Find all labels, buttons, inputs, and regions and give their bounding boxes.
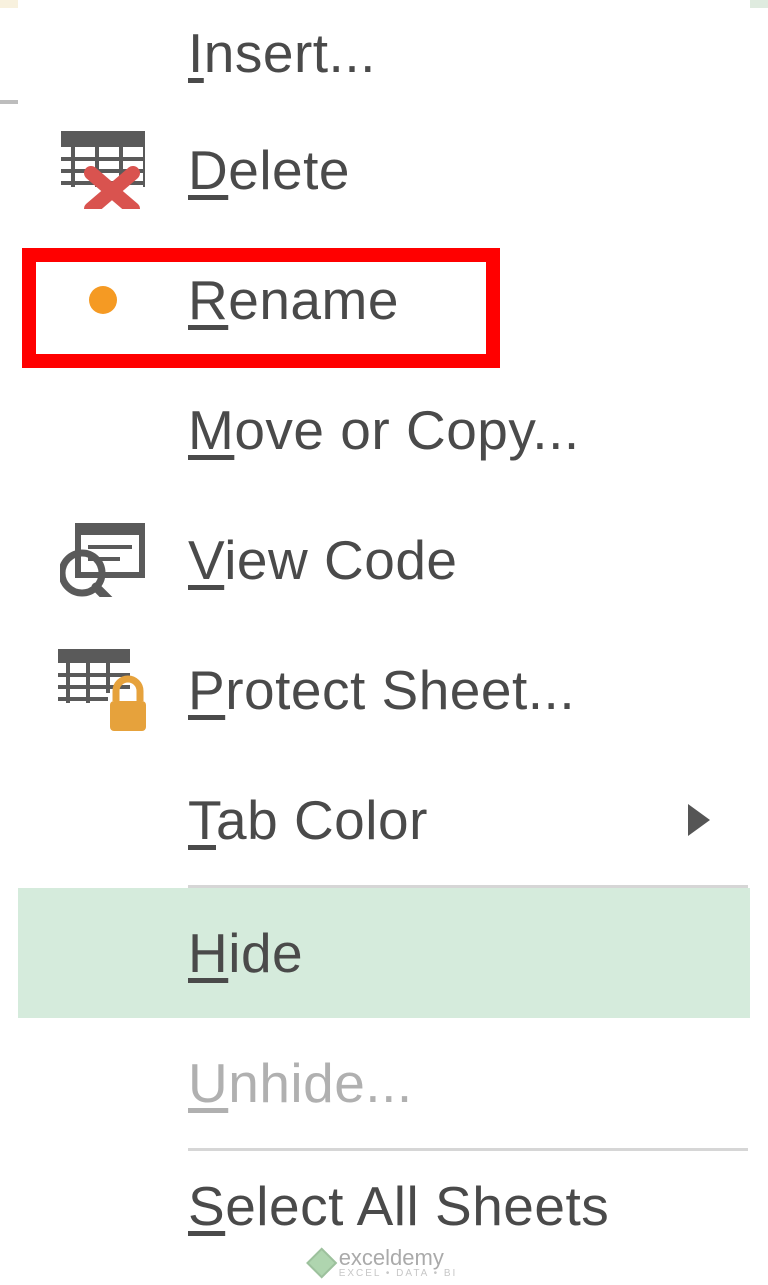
hide-icon-slot xyxy=(18,888,188,1018)
menu-item-hide[interactable]: Hide xyxy=(18,888,750,1018)
menu-label-view-code: View Code xyxy=(188,528,458,592)
delete-sheet-icon xyxy=(18,105,188,235)
menu-item-view-code[interactable]: View Code xyxy=(18,495,750,625)
menu-label-rename: Rename xyxy=(188,268,399,332)
rename-icon-slot xyxy=(18,235,188,365)
menu-label-delete: Delete xyxy=(188,138,350,202)
protect-sheet-icon xyxy=(18,625,188,755)
insert-icon xyxy=(18,0,188,105)
menu-label-hide: Hide xyxy=(188,921,303,985)
unhide-icon-slot xyxy=(18,1018,188,1148)
menu-label-unhide: Unhide... xyxy=(188,1051,413,1115)
watermark-text: exceldemy EXCEL • DATA • BI xyxy=(339,1247,458,1279)
menu-item-rename[interactable]: Rename xyxy=(18,235,750,365)
move-copy-icon-slot xyxy=(18,365,188,495)
gridline-fragment xyxy=(0,100,18,104)
bullet-icon xyxy=(89,286,117,314)
menu-item-move-or-copy[interactable]: Move or Copy... xyxy=(18,365,750,495)
watermark-tagline: EXCEL • DATA • BI xyxy=(339,1269,458,1279)
menu-label-insert: Insert... xyxy=(188,21,376,85)
view-code-icon xyxy=(18,495,188,625)
select-all-icon-slot xyxy=(18,1151,188,1261)
menu-label-protect-sheet: Protect Sheet... xyxy=(188,658,575,722)
menu-item-delete[interactable]: Delete xyxy=(18,105,750,235)
menu-label-tab-color: Tab Color xyxy=(188,788,428,852)
menu-label-select-all-sheets: Select All Sheets xyxy=(188,1174,609,1238)
submenu-arrow-icon xyxy=(688,804,710,836)
tab-color-icon-slot xyxy=(18,755,188,885)
menu-label-move-or-copy: Move or Copy... xyxy=(188,398,580,462)
menu-item-tab-color[interactable]: Tab Color xyxy=(18,755,750,885)
sheet-tab-context-menu: Insert... Delete Rename xyxy=(18,0,750,1285)
menu-item-unhide: Unhide... xyxy=(18,1018,750,1148)
menu-item-protect-sheet[interactable]: Protect Sheet... xyxy=(18,625,750,755)
watermark-logo-icon xyxy=(306,1247,337,1278)
watermark: exceldemy EXCEL • DATA • BI xyxy=(311,1247,458,1279)
watermark-brand: exceldemy xyxy=(339,1247,458,1269)
menu-item-insert[interactable]: Insert... xyxy=(18,0,750,105)
